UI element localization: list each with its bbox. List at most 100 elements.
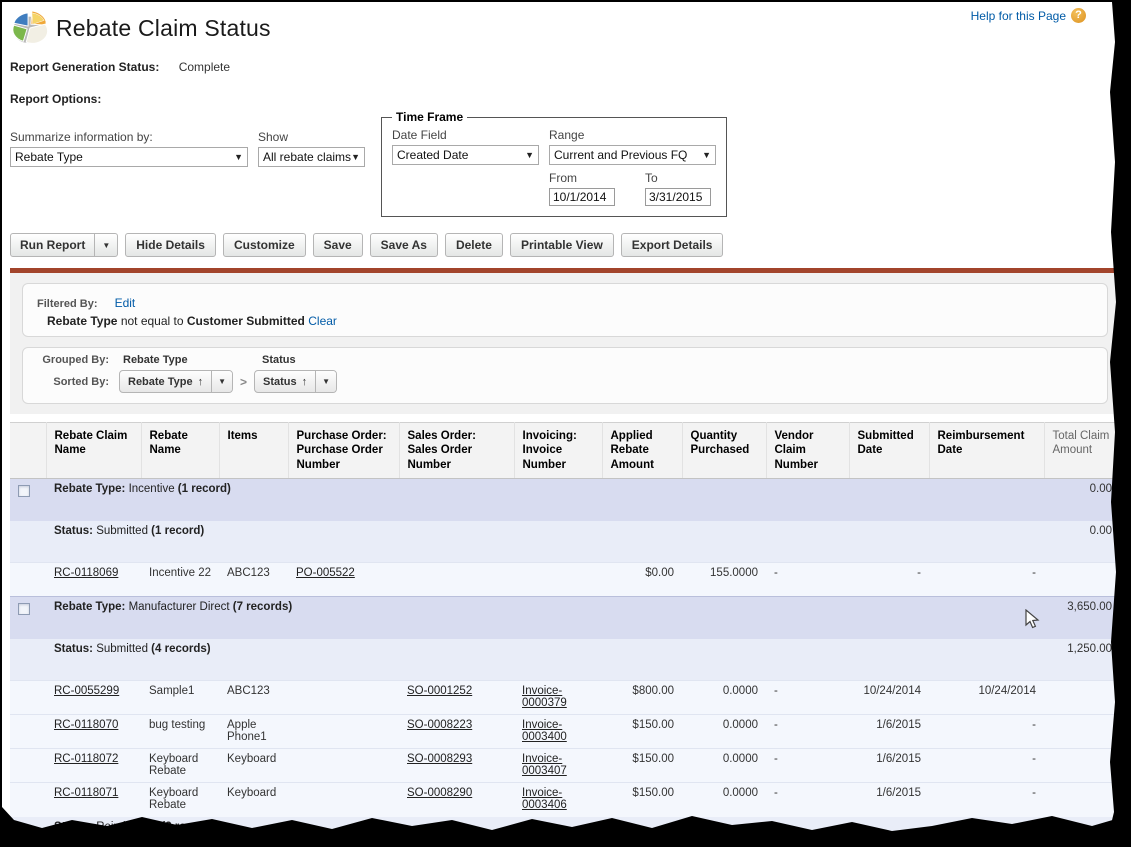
table-cell bbox=[288, 749, 399, 783]
mouse-cursor-icon bbox=[1024, 609, 1042, 631]
export-details-button[interactable]: Export Details bbox=[621, 233, 724, 257]
to-date-input[interactable] bbox=[645, 188, 711, 206]
column-header[interactable]: Vendor Claim Number bbox=[766, 423, 849, 479]
table-cell: RC-0118070 bbox=[46, 715, 141, 749]
status-header-label: Status: Submitted (1 record) bbox=[46, 521, 1044, 563]
table-cell: - bbox=[929, 783, 1044, 817]
table-cell: 0.0000 bbox=[682, 681, 766, 715]
table-cell: Invoice-0003407 bbox=[514, 749, 602, 783]
sort-button-rebate-type[interactable]: Rebate Type ↑ ▼ bbox=[119, 370, 233, 393]
table-cell: 1/6/2015 bbox=[849, 749, 929, 783]
record-link[interactable]: PO-005522 bbox=[296, 567, 355, 579]
to-label: To bbox=[645, 171, 711, 185]
column-header[interactable]: Sales Order: Sales Order Number bbox=[399, 423, 514, 479]
column-header[interactable]: Purchase Order: Purchase Order Number bbox=[288, 423, 399, 479]
table-cell: RC-0118072 bbox=[46, 749, 141, 783]
help-question-icon[interactable]: ? bbox=[1071, 8, 1086, 23]
table-cell bbox=[1044, 681, 1120, 715]
hide-details-button[interactable]: Hide Details bbox=[125, 233, 216, 257]
record-link[interactable]: SO-0008223 bbox=[407, 719, 472, 731]
table-cell: RC-0118071 bbox=[46, 783, 141, 817]
record-link[interactable]: SO-0001252 bbox=[407, 685, 472, 697]
column-header[interactable]: Rebate Name bbox=[141, 423, 219, 479]
column-header[interactable]: Submitted Date bbox=[849, 423, 929, 479]
record-link[interactable]: RC-0055299 bbox=[54, 685, 119, 697]
show-select[interactable]: All rebate claims ▼ bbox=[258, 147, 365, 167]
printable-view-button[interactable]: Printable View bbox=[510, 233, 614, 257]
sort-dropdown-caret-icon[interactable]: ▼ bbox=[211, 371, 232, 392]
table-cell: ABC123 bbox=[219, 681, 288, 715]
clear-filter-link[interactable]: Clear bbox=[308, 314, 337, 328]
from-date-input[interactable] bbox=[549, 188, 615, 206]
record-link[interactable]: RC-0118070 bbox=[54, 719, 118, 731]
record-link[interactable]: RC-0118069 bbox=[54, 567, 118, 579]
report-table-body: Rebate Type: Incentive (1 record)0.00Sta… bbox=[10, 479, 1120, 847]
report-options-label: Report Options: bbox=[10, 92, 1112, 106]
table-cell: - bbox=[766, 563, 849, 597]
column-header[interactable]: Invoicing: Invoice Number bbox=[514, 423, 602, 479]
from-label: From bbox=[549, 171, 615, 185]
table-cell: - bbox=[766, 681, 849, 715]
date-field-select[interactable]: Created Date ▼ bbox=[392, 145, 539, 165]
table-cell bbox=[399, 563, 514, 597]
row-select-cell bbox=[10, 479, 46, 521]
record-link[interactable]: Invoice-0003407 bbox=[522, 753, 567, 777]
range-select[interactable]: Current and Previous FQ ▼ bbox=[549, 145, 716, 165]
group-header-row: Rebate Type: Incentive (1 record)0.00 bbox=[10, 479, 1120, 521]
summarize-select[interactable]: Rebate Type ▼ bbox=[10, 147, 248, 167]
record-link[interactable]: RC-0118071 bbox=[54, 787, 118, 799]
sort-button-status[interactable]: Status ↑ ▼ bbox=[254, 370, 337, 393]
table-cell: PO-005522 bbox=[288, 563, 399, 597]
run-report-dropdown-caret-icon[interactable]: ▼ bbox=[94, 234, 117, 256]
table-row: RC-0118071Keyboard RebateKeyboardSO-0008… bbox=[10, 783, 1120, 817]
column-header[interactable] bbox=[10, 423, 46, 479]
column-header[interactable]: Total Claim Amount bbox=[1044, 423, 1120, 479]
grouped-by-label: Grouped By: bbox=[37, 354, 119, 366]
customize-button[interactable]: Customize bbox=[223, 233, 306, 257]
table-cell bbox=[514, 563, 602, 597]
column-header[interactable]: Applied Rebate Amount bbox=[602, 423, 682, 479]
status-header-label: Status: Reimbursed (3 records) bbox=[46, 817, 1044, 847]
record-link[interactable]: Invoice-0000379 bbox=[522, 685, 567, 709]
table-cell: SO-0001252 bbox=[399, 681, 514, 715]
record-link[interactable]: SO-0008293 bbox=[407, 753, 472, 765]
record-link[interactable]: Invoice-0003400 bbox=[522, 719, 567, 743]
table-cell: RC-0055299 bbox=[46, 681, 141, 715]
table-cell: $800.00 bbox=[602, 681, 682, 715]
column-header[interactable]: Quantity Purchased bbox=[682, 423, 766, 479]
table-cell: bug testing bbox=[141, 715, 219, 749]
status-header-row: Status: Submitted (1 record)0.00 bbox=[10, 521, 1120, 563]
date-field-label: Date Field bbox=[392, 128, 539, 142]
table-cell: ABC123 bbox=[219, 563, 288, 597]
delete-button[interactable]: Delete bbox=[445, 233, 503, 257]
edit-filter-link[interactable]: Edit bbox=[115, 296, 136, 310]
status-header-total: 1,250.00 bbox=[1044, 639, 1120, 681]
column-header[interactable]: Rebate Claim Name bbox=[46, 423, 141, 479]
table-cell: 1/6/2015 bbox=[849, 783, 929, 817]
table-cell: Apple Phone1 bbox=[219, 715, 288, 749]
page-header: Rebate Claim Status bbox=[10, 10, 1112, 46]
table-cell bbox=[288, 783, 399, 817]
table-cell: 0.0000 bbox=[682, 783, 766, 817]
column-header[interactable]: Items bbox=[219, 423, 288, 479]
table-cell: Invoice-0000379 bbox=[514, 681, 602, 715]
help-for-this-page-link[interactable]: Help for this Page bbox=[971, 9, 1066, 23]
save-button[interactable]: Save bbox=[313, 233, 363, 257]
table-row: RC-0118070 bug testingApple Phone1 SO-0008… bbox=[10, 715, 1120, 749]
table-cell: - bbox=[929, 715, 1044, 749]
column-header[interactable]: Reimbursement Date bbox=[929, 423, 1044, 479]
group-select-checkbox[interactable] bbox=[18, 603, 30, 615]
group-select-checkbox[interactable] bbox=[18, 485, 30, 497]
sort-order-separator: > bbox=[240, 375, 247, 389]
table-cell bbox=[1044, 749, 1120, 783]
record-link[interactable]: SO-0008290 bbox=[407, 787, 472, 799]
sort-dropdown-caret-icon[interactable]: ▼ bbox=[315, 371, 336, 392]
record-link[interactable]: Invoice-0003406 bbox=[522, 787, 567, 811]
table-cell: 1/6/2015 bbox=[849, 715, 929, 749]
table-cell bbox=[288, 681, 399, 715]
record-link[interactable]: RC-0118072 bbox=[54, 753, 118, 765]
table-cell: 155.0000 bbox=[682, 563, 766, 597]
save-as-button[interactable]: Save As bbox=[370, 233, 438, 257]
table-cell: - bbox=[766, 749, 849, 783]
run-report-button[interactable]: Run Report ▼ bbox=[10, 233, 118, 257]
